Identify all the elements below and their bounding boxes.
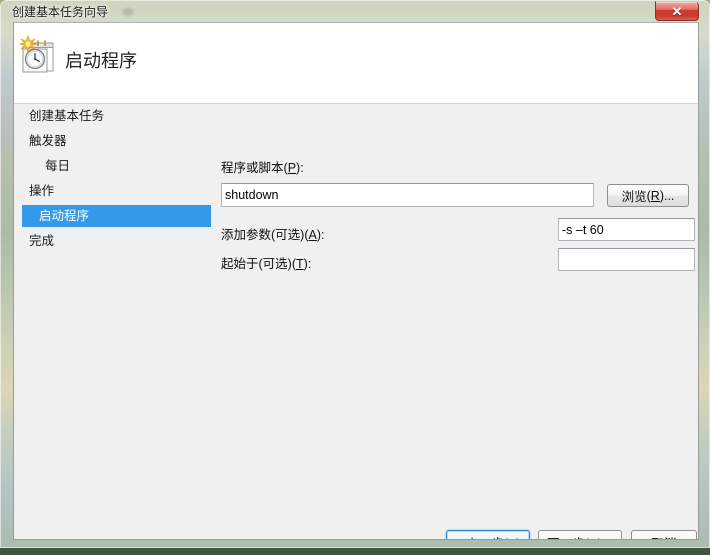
sidebar-item-label: 每日 — [45, 159, 71, 173]
sidebar-item-start-a-program[interactable]: 启动程序 — [22, 205, 211, 227]
wizard-client-area: 启动程序 创建基本任务 触发器 每日 操作 启动程序 完成 程序或脚本(P): … — [13, 22, 699, 540]
add-arguments-label-suffix: : — [321, 228, 325, 242]
program-or-script-input[interactable] — [221, 183, 594, 207]
start-in-accelerator: T — [296, 257, 304, 271]
browse-button[interactable]: 浏览(R)... — [607, 184, 689, 207]
sidebar-item-finish[interactable]: 完成 — [28, 230, 54, 252]
close-icon: ✕ — [671, 3, 683, 19]
sidebar-item-label: 触发器 — [29, 134, 67, 148]
window-bottom-shadow — [0, 548, 710, 555]
cancel-button[interactable]: 取消 — [631, 530, 697, 539]
browse-button-accelerator: R — [650, 188, 660, 203]
action-form-panel: 程序或脚本(P): 浏览(R)... 添加参数(可选)(A): 起始于(可选)(… — [209, 105, 698, 539]
start-in-input[interactable] — [558, 248, 695, 271]
sidebar-item-label: 创建基本任务 — [29, 109, 105, 123]
program-or-script-label-text: 程序或脚本 — [221, 161, 284, 175]
sidebar-item-action[interactable]: 操作 — [28, 180, 54, 202]
add-arguments-label-text: 添加参数(可选) — [221, 228, 305, 242]
footer-divider — [14, 517, 698, 518]
task-clock-calendar-icon — [17, 34, 63, 78]
sidebar-item-label: 完成 — [29, 234, 55, 248]
sidebar-item-label: 启动程序 — [39, 209, 90, 223]
wizard-header: 启动程序 — [14, 23, 698, 104]
browse-button-label-text: 浏览 — [621, 190, 647, 204]
close-button[interactable]: ✕ — [655, 1, 699, 21]
browse-button-label-suffix: ... — [663, 188, 675, 203]
program-or-script-label: 程序或脚本(P): — [221, 161, 304, 175]
sidebar-item-daily[interactable]: 每日 — [28, 155, 70, 177]
back-button[interactable]: < 上一步(B) — [446, 530, 530, 539]
add-arguments-input[interactable] — [558, 218, 695, 241]
start-in-label: 起始于(可选)(T): — [221, 257, 312, 271]
title-bar[interactable]: 创建基本任务向导 ✕ — [0, 0, 710, 23]
window-title: 创建基本任务向导 — [12, 5, 109, 19]
start-in-label-suffix: : — [307, 257, 312, 271]
title-bar-smudge — [122, 8, 134, 16]
wizard-steps-sidebar: 创建基本任务 触发器 每日 操作 启动程序 完成 — [14, 105, 211, 539]
page-title: 启动程序 — [65, 51, 137, 71]
create-basic-task-wizard-window: 创建基本任务向导 ✕ 启动程序 创建基本任务 触发器 每日 操作 启动程序 完成… — [0, 0, 710, 548]
next-button[interactable]: 下一步(N) > — [538, 530, 622, 539]
program-or-script-label-suffix: : — [300, 161, 304, 175]
program-or-script-accelerator: P — [287, 161, 297, 175]
sidebar-item-trigger[interactable]: 触发器 — [28, 130, 67, 152]
start-in-label-text: 起始于(可选) — [221, 257, 292, 271]
sidebar-item-create-basic-task[interactable]: 创建基本任务 — [28, 105, 104, 127]
sidebar-item-label: 操作 — [29, 184, 55, 198]
add-arguments-accelerator: A — [308, 228, 317, 242]
add-arguments-label: 添加参数(可选)(A): — [221, 228, 325, 242]
